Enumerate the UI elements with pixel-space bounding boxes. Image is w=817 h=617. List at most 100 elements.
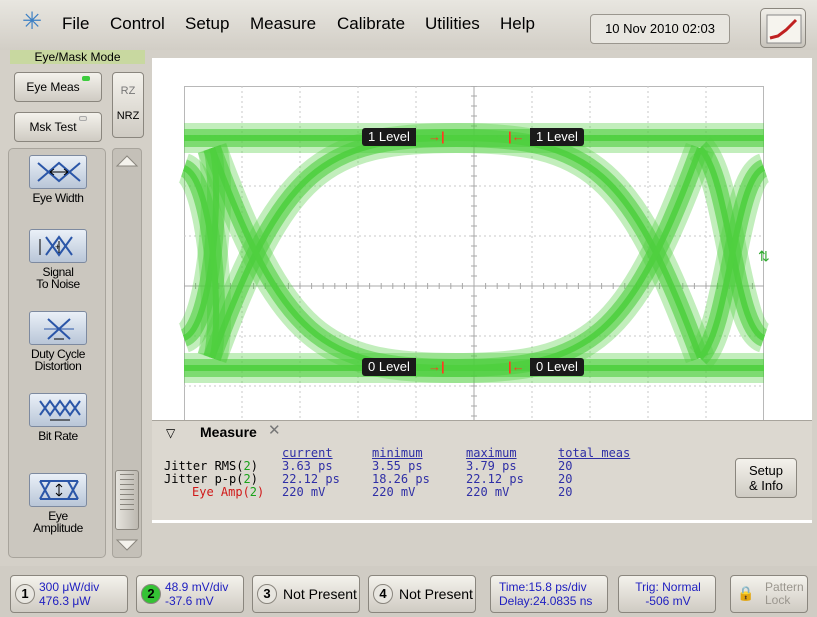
menu-bar: ✳ File Control Setup Measure Calibrate U… xyxy=(0,0,817,50)
zero-level-tag-right: 0 Level xyxy=(530,358,584,376)
table-cell: 3.63 ps xyxy=(282,459,333,473)
setup-info-button[interactable]: Setup & Info xyxy=(735,458,797,498)
msk-test-led-icon xyxy=(78,116,87,121)
trigger-readout: Trig: Normal -506 mV xyxy=(635,580,701,608)
msk-test-label: Msk Test xyxy=(29,120,77,134)
zero-level-marker-left-icon[interactable]: →| xyxy=(428,358,445,376)
trend-chart-icon xyxy=(766,14,802,44)
signal-to-noise-label-2: To Noise xyxy=(36,277,80,291)
table-row-label: Eye Amp(2) xyxy=(192,485,265,499)
menu-measure[interactable]: Measure xyxy=(250,14,316,34)
bit-rate-tool[interactable]: Bit Rate xyxy=(14,393,102,442)
scroll-down-icon[interactable] xyxy=(114,536,140,554)
status-bar: 1 300 μW/div 476.3 μW 2 48.9 mV/div -37.6 … xyxy=(0,566,817,617)
mode-label: Eye/Mask Mode xyxy=(10,50,145,64)
channel-4-badge: 4 xyxy=(373,584,393,604)
eye-amplitude-icon xyxy=(29,473,87,507)
header-maximum: maximum xyxy=(466,446,517,460)
measure-panel: ▽ Measure ✕ current minimum maximum tota… xyxy=(152,420,812,520)
timebase-button[interactable]: Time:15.8 ps/div Delay:24.0835 ns xyxy=(490,575,608,613)
eye-meas-button[interactable]: Eye Meas xyxy=(14,72,102,102)
menu-utilities-label: Utilities xyxy=(425,14,480,33)
channel-offset-marker-icon[interactable]: ⇅ xyxy=(758,248,770,265)
rz-nrz-toggle[interactable]: RZ NRZ xyxy=(112,72,144,138)
bit-rate-label: Bit Rate xyxy=(38,429,78,443)
trend-chart-button[interactable] xyxy=(760,8,806,48)
header-total-meas: total meas xyxy=(558,446,631,460)
signal-to-noise-icon: + xyxy=(29,229,87,263)
duty-cycle-distortion-icon xyxy=(29,311,87,345)
setup-info-label-2: & Info xyxy=(749,478,783,493)
datetime-display: 10 Nov 2010 02:03 xyxy=(590,14,730,44)
trigger-button[interactable]: Trig: Normal -506 mV xyxy=(618,575,716,613)
measure-tab[interactable]: ▽ Measure ✕ xyxy=(158,421,288,443)
channel-1-readout: 300 μW/div 476.3 μW xyxy=(39,580,100,608)
eye-amplitude-label-2: Amplitude xyxy=(33,521,83,535)
duty-cycle-label-2: Distortion xyxy=(34,359,82,373)
menu-help[interactable]: Help xyxy=(500,14,535,34)
channel-3-badge: 3 xyxy=(257,584,277,604)
zero-level-marker-right-icon[interactable]: |← xyxy=(508,358,525,376)
channel-3-status: Not Present xyxy=(283,586,357,602)
channel-1-button[interactable]: 1 300 μW/div 476.3 μW xyxy=(10,575,128,613)
measure-tab-label: Measure xyxy=(200,424,257,440)
channel-2-badge: 2 xyxy=(141,584,161,604)
one-level-marker-right-icon[interactable]: |← xyxy=(508,128,525,146)
table-cell: 220 mV xyxy=(466,485,510,499)
app-logo-icon: ✳ xyxy=(22,8,43,35)
menu-measure-label: Measure xyxy=(250,14,317,33)
eye-diagram-trace xyxy=(175,122,773,384)
collapse-chevron-icon[interactable]: ▽ xyxy=(166,423,175,443)
eye-meas-led-icon xyxy=(81,76,90,81)
header-minimum: minimum xyxy=(372,446,423,460)
eye-meas-label: Eye Meas xyxy=(26,80,80,94)
nrz-label: NRZ xyxy=(116,110,140,122)
pattern-lock-button[interactable]: 🔒 Pattern Lock xyxy=(730,575,808,613)
table-cell: 20 xyxy=(558,485,573,499)
msk-test-button[interactable]: Msk Test xyxy=(14,112,102,142)
scope-window: ✳ File Control Setup Measure Calibrate U… xyxy=(0,0,817,617)
timebase-readout: Time:15.8 ps/div Delay:24.0835 ns xyxy=(499,580,593,608)
table-row-label: Jitter RMS(2) xyxy=(164,459,258,473)
eye-width-label: Eye Width xyxy=(32,191,84,205)
table-cell: 3.79 ps xyxy=(466,459,517,473)
table-cell: 20 xyxy=(558,472,573,486)
table-row-label: Jitter p-p(2) xyxy=(164,472,258,486)
one-level-tag-left: 1 Level xyxy=(362,128,416,146)
menu-control[interactable]: Control xyxy=(110,14,165,34)
table-cell: 22.12 ps xyxy=(282,472,340,486)
one-level-marker-left-icon[interactable]: →| xyxy=(428,128,445,146)
table-cell: 3.55 ps xyxy=(372,459,423,473)
table-cell: 18.26 ps xyxy=(372,472,430,486)
scroll-thumb[interactable] xyxy=(115,470,139,530)
scroll-up-icon[interactable] xyxy=(114,152,140,170)
pattern-lock-label: Pattern Lock xyxy=(765,580,804,607)
channel-3-button[interactable]: 3 Not Present xyxy=(252,575,360,613)
menu-file-label: File xyxy=(62,14,90,33)
channel-2-readout: 48.9 mV/div -37.6 mV xyxy=(165,580,229,608)
eye-amplitude-tool[interactable]: Eye Amplitude xyxy=(14,473,102,534)
channel-4-button[interactable]: 4 Not Present xyxy=(368,575,476,613)
channel-2-button[interactable]: 2 48.9 mV/div -37.6 mV xyxy=(136,575,244,613)
table-cell: 220 mV xyxy=(282,485,326,499)
setup-info-label-1: Setup xyxy=(749,463,783,478)
close-icon[interactable]: ✕ xyxy=(268,421,281,441)
menu-control-label: Control xyxy=(110,14,165,33)
table-cell: 220 mV xyxy=(372,485,416,499)
menu-setup[interactable]: Setup xyxy=(185,14,229,34)
rz-label: RZ xyxy=(120,85,136,97)
table-cell: 22.12 ps xyxy=(466,472,524,486)
measurement-tools-panel: Eye Width + Signal To Noise Duty Cycle D… xyxy=(8,148,106,558)
menu-setup-label: Setup xyxy=(185,14,230,33)
menu-utilities[interactable]: Utilities xyxy=(425,14,480,34)
signal-to-noise-tool[interactable]: + Signal To Noise xyxy=(14,229,102,290)
channel-1-badge: 1 xyxy=(15,584,35,604)
header-current: current xyxy=(282,446,333,460)
zero-level-tag-left: 0 Level xyxy=(362,358,416,376)
menu-file[interactable]: File xyxy=(62,14,89,34)
menu-calibrate[interactable]: Calibrate xyxy=(337,14,405,34)
bit-rate-icon xyxy=(29,393,87,427)
eye-width-tool[interactable]: Eye Width xyxy=(14,155,102,204)
table-cell: 20 xyxy=(558,459,573,473)
duty-cycle-distortion-tool[interactable]: Duty Cycle Distortion xyxy=(14,311,102,372)
